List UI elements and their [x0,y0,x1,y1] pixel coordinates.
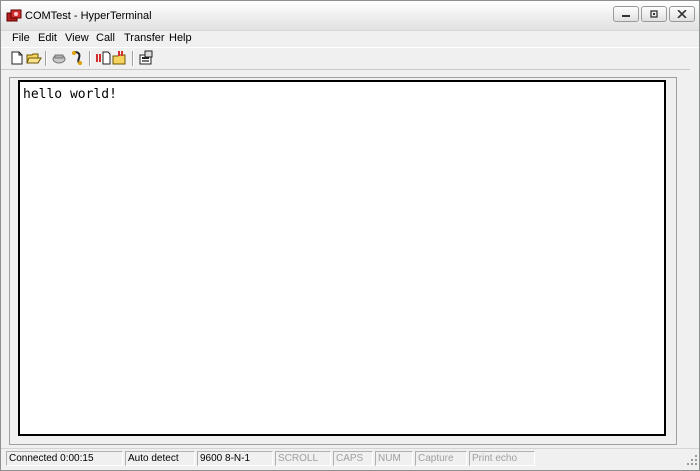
title-bar[interactable]: COMTest - HyperTerminal [1,1,699,31]
toolbar [1,47,699,70]
restore-icon [650,10,658,18]
status-connected: Connected 0:00:15 [6,451,123,466]
minimize-button[interactable] [613,6,639,22]
disconnect-icon[interactable] [69,50,85,66]
caption-buttons [611,6,695,22]
status-scroll: SCROLL [275,451,331,466]
toolbar-separator [89,51,91,66]
receive-file-icon[interactable] [112,50,128,66]
restore-button[interactable] [641,6,667,22]
open-folder-icon[interactable] [26,50,42,66]
toolbar-separator [45,51,47,66]
hyperterminal-window: COMTest - HyperTerminal File Edit View C… [0,0,700,471]
status-port-settings: 9600 8-N-1 [197,451,273,466]
terminal-frame: hello world! [9,77,677,445]
terminal-screen[interactable]: hello world! [18,80,666,436]
status-print-echo: Print echo [469,451,535,466]
status-bar: Connected 0:00:15 Auto detect 9600 8-N-1… [1,448,699,470]
menu-help[interactable]: Help [169,32,192,44]
terminal-output: hello world! [23,87,117,102]
status-detect: Auto detect [125,451,195,466]
status-num: NUM [375,451,413,466]
call-icon[interactable] [51,50,67,66]
properties-icon[interactable] [138,50,154,66]
status-capture: Capture [415,451,467,466]
hyperterminal-app-icon[interactable] [6,9,22,23]
send-file-icon[interactable] [95,50,111,66]
menu-transfer[interactable]: Transfer [124,32,165,44]
menu-file[interactable]: File [12,32,30,44]
new-file-icon[interactable] [9,50,25,66]
minimize-icon [622,15,630,17]
toolbar-separator [132,51,134,66]
close-icon [677,10,687,18]
vertical-scrollbar[interactable] [690,69,699,447]
menu-call[interactable]: Call [96,32,115,44]
resize-grip-icon[interactable] [686,454,698,469]
window-title: COMTest - HyperTerminal [25,10,152,22]
menu-edit[interactable]: Edit [38,32,57,44]
menu-bar: File Edit View Call Transfer Help [1,31,699,47]
close-button[interactable] [669,6,695,22]
menu-view[interactable]: View [65,32,89,44]
status-caps: CAPS [333,451,373,466]
